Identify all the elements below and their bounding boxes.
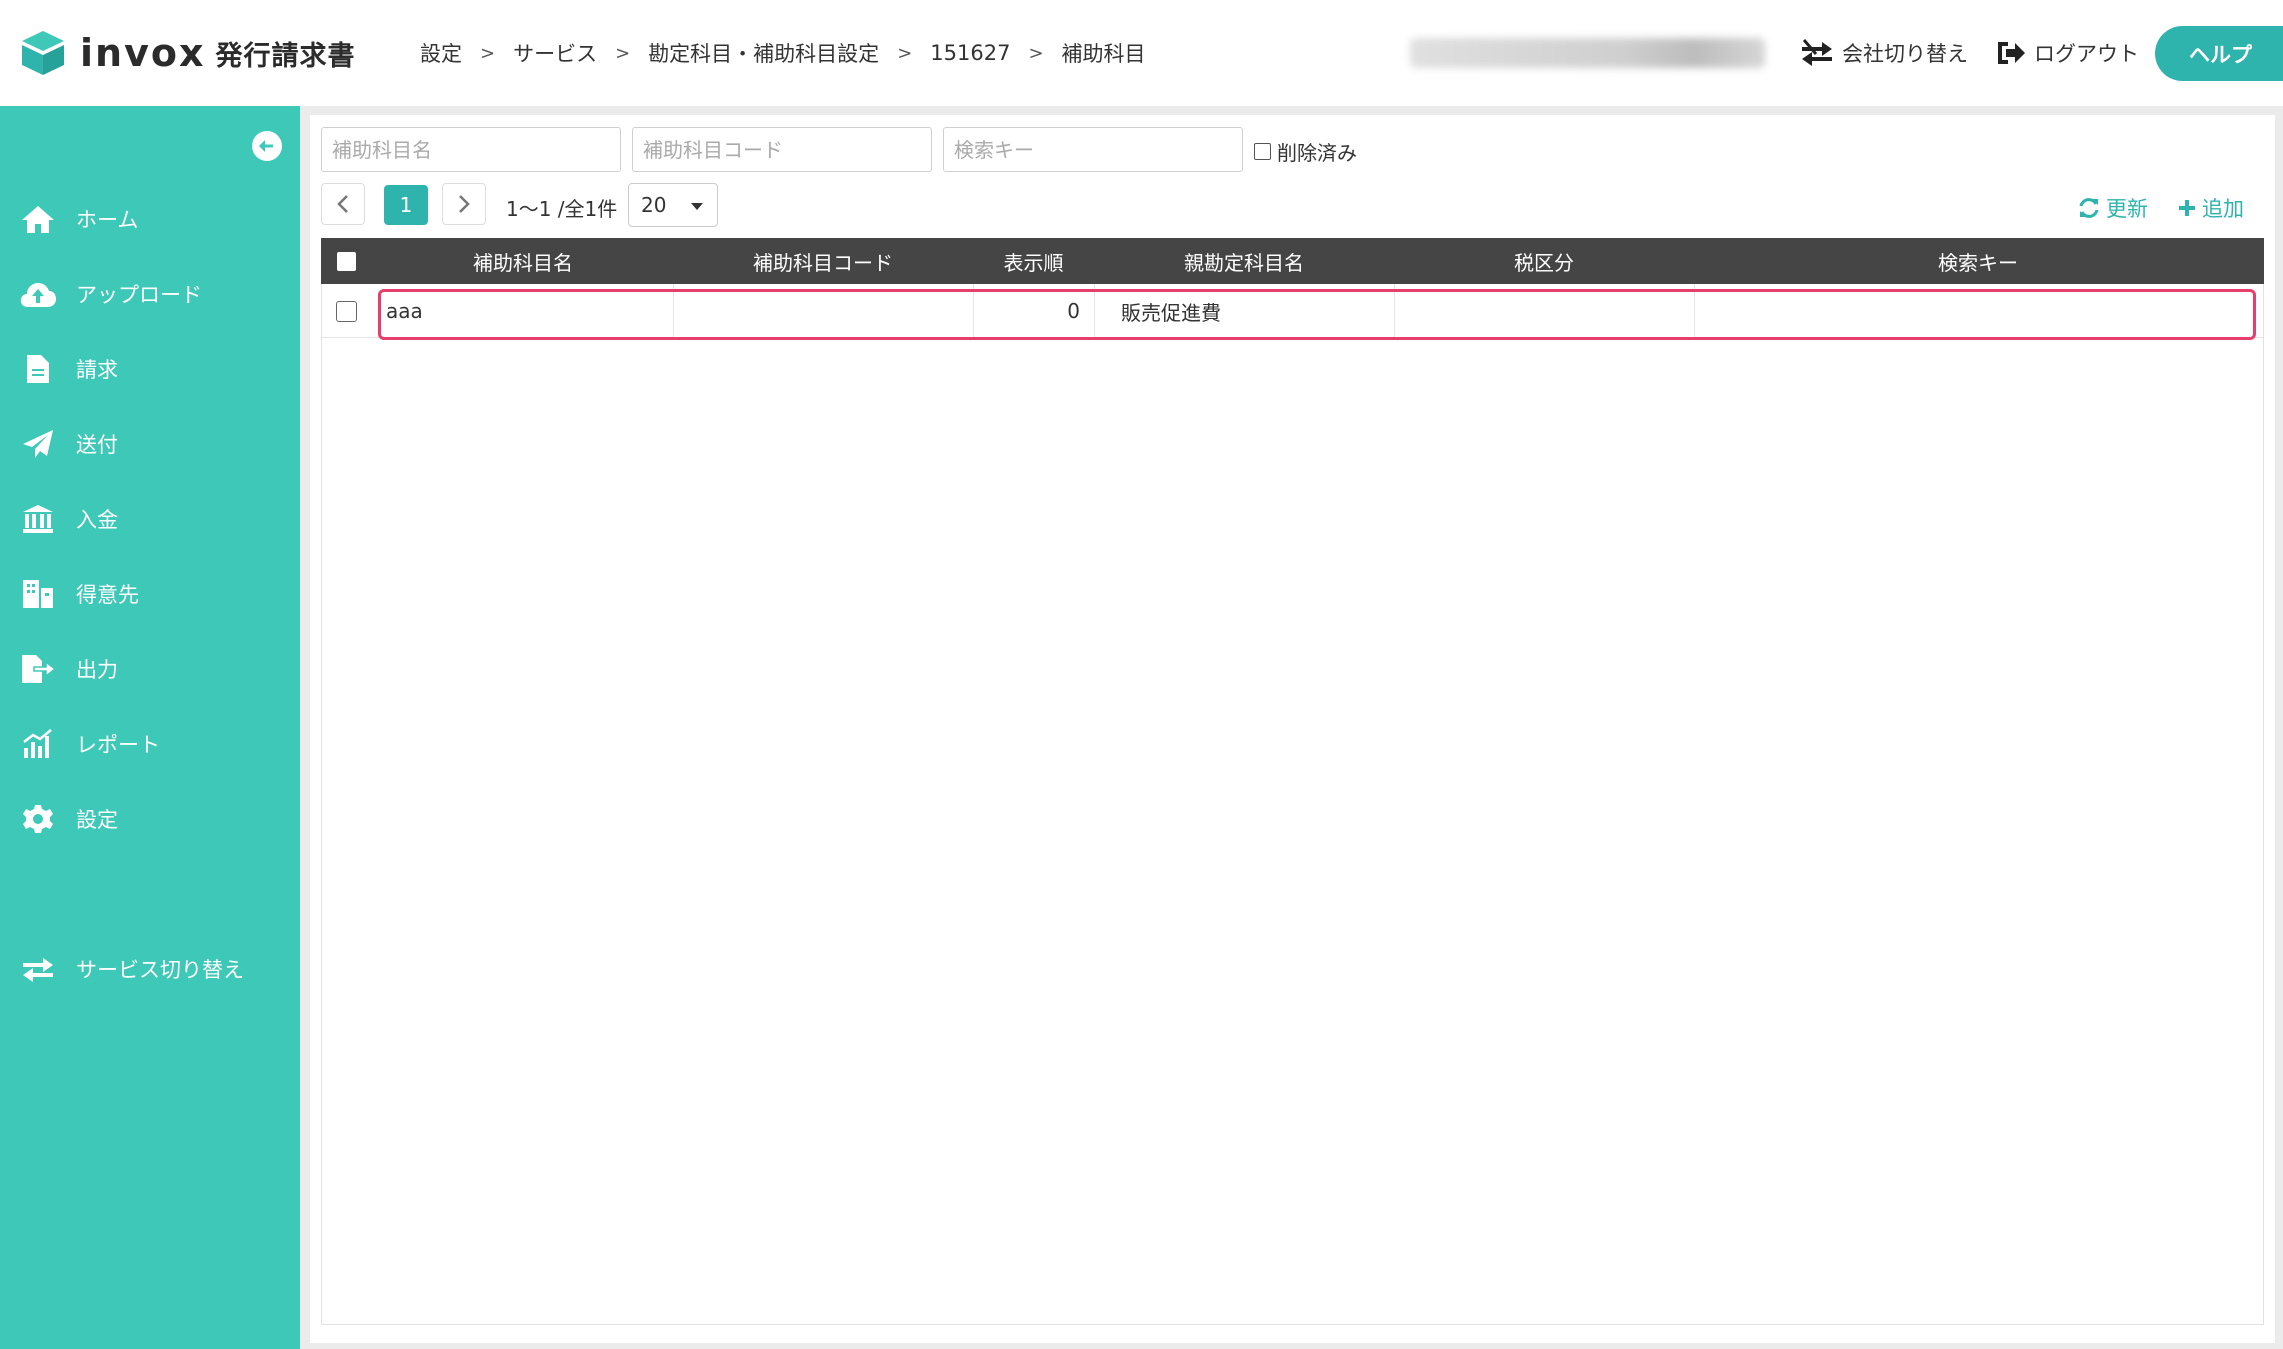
column-header-tax[interactable]: 税区分 [1394,238,1694,284]
sidebar-item-service-switch[interactable]: サービス切り替え [0,939,300,999]
cell-name: aaa [374,284,674,338]
cell-tax [1395,284,1695,338]
sidebar-item-label: ホーム [76,208,139,232]
breadcrumb-account-settings[interactable]: 勘定科目・補助科目設定 [648,38,879,68]
plus-icon [2179,200,2195,216]
home-icon [18,199,58,239]
sidebar-item-label: 送付 [76,433,118,457]
sidebar-item-home[interactable]: ホーム [0,189,300,249]
sidebar-item-label: 請求 [76,358,118,382]
chevron-right-icon: > [897,42,913,64]
per-page-select[interactable]: 20 [628,183,718,227]
select-all-checkbox[interactable] [337,252,356,271]
breadcrumb-settings[interactable]: 設定 [420,38,462,68]
column-header-parent[interactable]: 親勘定科目名 [1094,238,1394,284]
refresh-button[interactable]: 更新 [2078,193,2148,223]
sidebar-item-payment[interactable]: 入金 [0,489,300,549]
sidebar-item-label: サービス切り替え [76,958,244,982]
row-checkbox[interactable] [336,301,357,322]
deleted-checkbox[interactable] [1254,143,1271,160]
chevron-right-icon: > [615,42,631,64]
bar-chart-icon [18,724,58,764]
logo-text: invox [80,31,206,75]
main-panel: 削除済み 1 1〜1 /全1件 20 更新 追加 補助科目名 補助科目コード 表… [310,115,2275,1343]
user-name-blurred [1410,38,1765,68]
sign-out-icon [1998,42,2025,64]
cell-order: 0 [974,284,1095,338]
prev-page-button[interactable] [321,183,365,225]
table-row[interactable]: aaa 0 販売促進費 [322,284,2263,338]
sidebar-item-label: レポート [76,733,160,757]
per-page-value: 20 [641,193,667,217]
chevron-right-icon [459,195,470,213]
search-key-filter[interactable] [943,127,1243,172]
logo-cube-icon [20,29,66,77]
breadcrumb-account-id[interactable]: 151627 [930,41,1010,65]
column-header-order[interactable]: 表示順 [973,238,1094,284]
column-header-search-key[interactable]: 検索キー [1694,238,2262,284]
sidebar-item-export[interactable]: 出力 [0,639,300,699]
add-label: 追加 [2202,197,2244,221]
switch-arrows-icon [1802,39,1832,66]
logout-button[interactable]: ログアウト [1996,0,2139,106]
switch-company-button[interactable]: 会社切り替え [1800,0,1968,106]
cell-parent: 販売促進費 [1095,284,1395,338]
breadcrumb: 設定 > サービス > 勘定科目・補助科目設定 > 151627 > 補助科目 [420,0,1146,106]
add-button[interactable]: 追加 [2178,193,2244,223]
deleted-filter[interactable]: 削除済み [1254,137,1357,166]
column-header-code[interactable]: 補助科目コード [673,238,973,284]
logo[interactable]: invox 発行請求書 [20,28,355,78]
sidebar-item-upload[interactable]: アップロード [0,264,300,324]
refresh-label: 更新 [2106,197,2148,221]
sidebar-item-label: 入金 [76,508,118,532]
collapse-sidebar-button[interactable] [252,131,282,161]
caret-down-icon [691,203,703,210]
current-page-button[interactable]: 1 [384,185,428,225]
file-export-icon [18,649,58,689]
help-button[interactable]: ヘルプ [2155,26,2283,81]
sidebar: ホーム アップロード 請求 送付 入金 得意先 出力 レポート 設定 サービス切… [0,106,300,1349]
column-header-name[interactable]: 補助科目名 [373,238,673,284]
document-icon [18,349,58,389]
table-header: 補助科目名 補助科目コード 表示順 親勘定科目名 税区分 検索キー [321,238,2264,284]
sub-account-name-filter[interactable] [321,127,621,172]
arrow-left-icon [259,140,273,152]
sidebar-item-label: 設定 [76,808,118,832]
switch-company-label: 会社切り替え [1842,42,1968,66]
building-icon [18,574,58,614]
sub-account-code-filter[interactable] [632,127,932,172]
chevron-left-icon [337,195,348,213]
logo-subtitle: 発行請求書 [215,40,356,72]
top-header: invox 発行請求書 設定 > サービス > 勘定科目・補助科目設定 > 15… [0,0,2283,106]
refresh-icon [2079,198,2099,218]
chevron-right-icon: > [1028,42,1044,64]
sidebar-item-send[interactable]: 送付 [0,414,300,474]
bank-icon [18,499,58,539]
sub-account-table: 補助科目名 補助科目コード 表示順 親勘定科目名 税区分 検索キー aaa 0 … [321,238,2264,1325]
chevron-right-icon: > [480,42,496,64]
cell-search-key [1695,284,2263,338]
sidebar-item-billing[interactable]: 請求 [0,339,300,399]
sidebar-item-label: 出力 [76,658,118,682]
sidebar-item-label: 得意先 [76,583,139,607]
sidebar-item-label: アップロード [76,283,202,307]
logout-label: ログアウト [2034,42,2139,66]
next-page-button[interactable] [442,183,486,225]
gear-icon [18,799,58,839]
pager-range: 1〜1 /全1件 [506,197,618,221]
sidebar-item-customers[interactable]: 得意先 [0,564,300,624]
breadcrumb-current: 補助科目 [1061,42,1146,66]
switch-arrows-icon [18,949,58,989]
cloud-upload-icon [18,274,58,314]
sidebar-item-report[interactable]: レポート [0,714,300,774]
breadcrumb-service[interactable]: サービス [513,38,597,68]
paper-plane-icon [18,424,58,464]
sidebar-item-settings[interactable]: 設定 [0,789,300,849]
cell-code [674,284,974,338]
deleted-label: 削除済み [1277,141,1357,165]
